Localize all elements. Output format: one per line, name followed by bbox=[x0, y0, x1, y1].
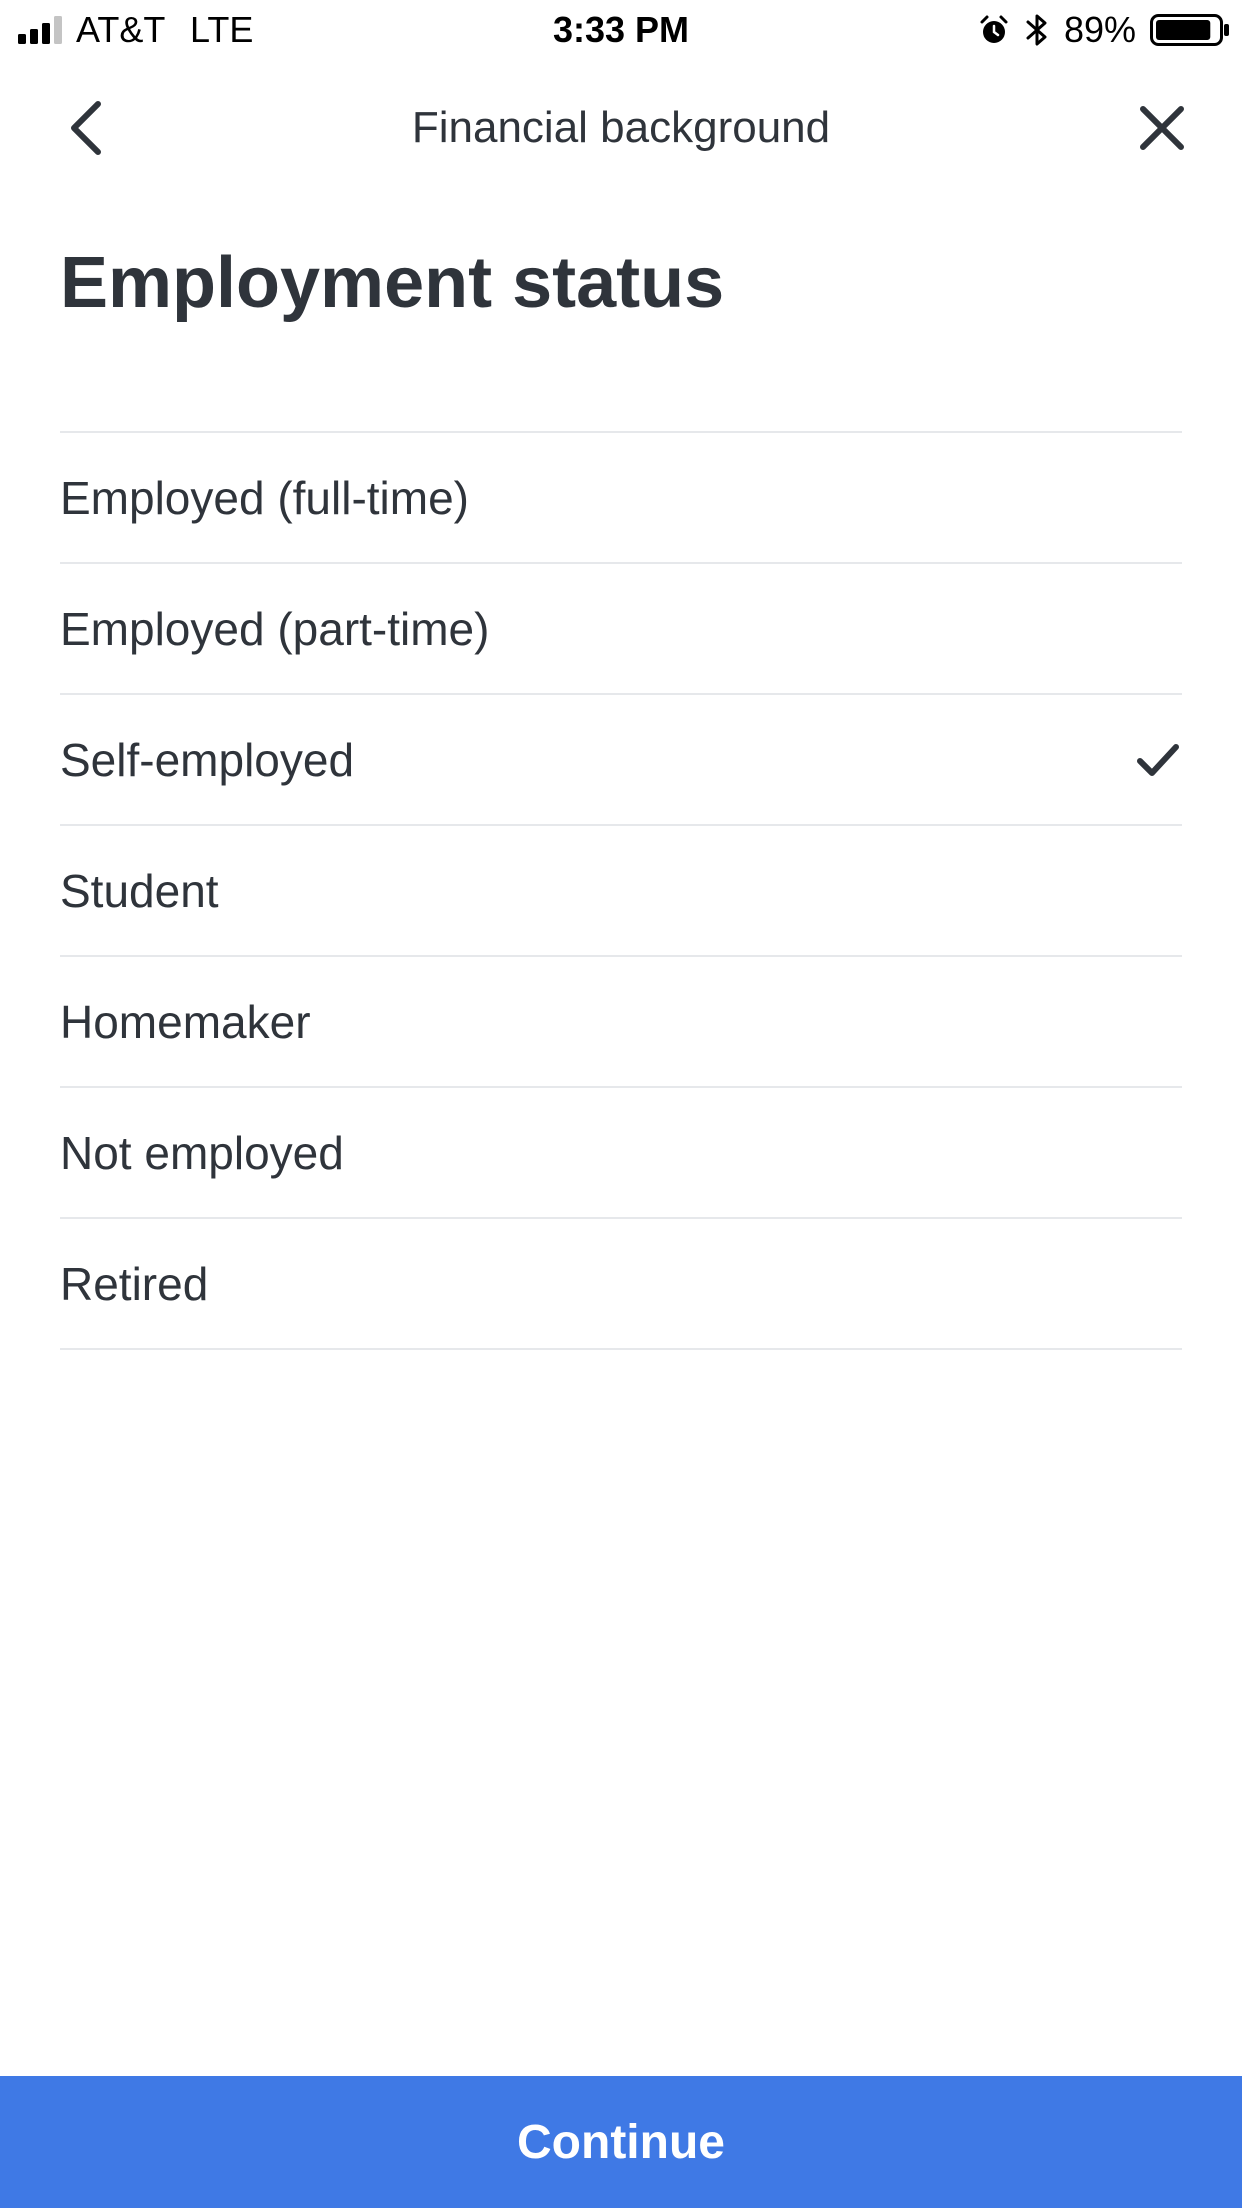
clock: 3:33 PM bbox=[552, 9, 690, 50]
bluetooth-icon bbox=[1026, 14, 1047, 46]
option-label: Homemaker bbox=[60, 995, 311, 1048]
close-icon bbox=[1140, 106, 1184, 150]
option-label: Employed (part-time) bbox=[60, 602, 490, 655]
option-self-employed[interactable]: Self-employed bbox=[60, 695, 1182, 826]
page-title: Employment status bbox=[60, 243, 725, 323]
close-button[interactable] bbox=[1130, 96, 1194, 160]
option-retired[interactable]: Retired bbox=[60, 1219, 1182, 1350]
nav-title: Financial background bbox=[411, 103, 831, 152]
status-bar: AT&T LTE 3:33 PM 89% bbox=[0, 0, 1242, 60]
checkmark-icon bbox=[1137, 743, 1179, 776]
option-homemaker[interactable]: Homemaker bbox=[60, 957, 1182, 1088]
option-label: Retired bbox=[60, 1257, 209, 1310]
option-label: Employed (full-time) bbox=[60, 471, 469, 524]
option-employed-part-time[interactable]: Employed (part-time) bbox=[60, 564, 1182, 695]
option-employed-full-time[interactable]: Employed (full-time) bbox=[60, 433, 1182, 564]
option-label: Not employed bbox=[60, 1126, 344, 1179]
option-label: Self-employed bbox=[60, 733, 355, 786]
battery-percent: 89% bbox=[1064, 9, 1137, 50]
battery-icon bbox=[1150, 14, 1229, 46]
option-not-employed[interactable]: Not employed bbox=[60, 1088, 1182, 1219]
continue-button[interactable]: Continue bbox=[0, 2076, 1242, 2208]
employment-status-options: Employed (full-time) Employed (part-time… bbox=[60, 431, 1182, 1350]
option-label: Student bbox=[60, 864, 219, 917]
option-student[interactable]: Student bbox=[60, 826, 1182, 957]
alarm-icon bbox=[980, 15, 1008, 43]
